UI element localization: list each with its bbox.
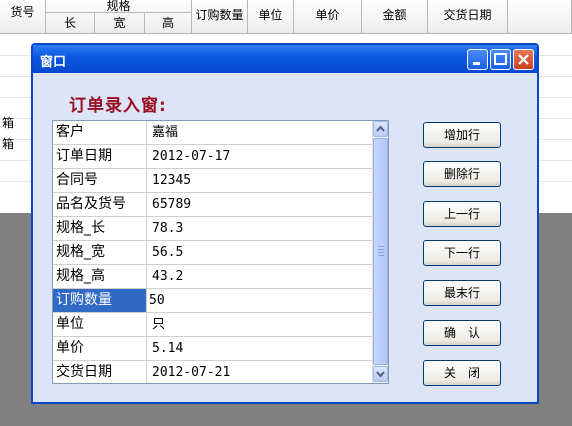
header-qty: 订购数量 [192,0,248,34]
confirm-button[interactable]: 确 认 [423,320,501,346]
minimize-icon [473,62,480,65]
header-amount: 金额 [362,0,428,34]
order-entry-grid: 客户 嘉福 订单日期 2012-07-17 合同号 12345 品名及货号 65… [52,120,389,384]
grid-row-order-date: 订单日期 2012-07-17 [53,145,373,169]
minimize-button[interactable] [467,49,488,70]
title-bar[interactable]: 窗口 [33,45,537,73]
field-label-selected: 订购数量 [53,289,147,312]
contract-no-field[interactable]: 12345 [147,169,373,192]
grid-row-product-no: 品名及货号 65789 [53,193,373,217]
close-icon [518,54,529,65]
chevron-up-icon [376,125,385,132]
delivery-date-field[interactable]: 2012-07-21 [147,361,373,383]
field-label: 规格_高 [53,265,147,288]
grid-row-height: 规格_高 43.2 [53,265,373,289]
bg-cell-label: 箱 [2,137,15,151]
header-chang: 长 [46,12,95,34]
field-label: 交货日期 [53,361,147,383]
grid-row-quantity: 订购数量 50 [53,289,373,313]
grid-row-customer: 客户 嘉福 [53,121,373,145]
scroll-up-button[interactable] [373,121,388,137]
header-gao: 高 [145,12,192,34]
order-date-field[interactable]: 2012-07-17 [147,145,373,168]
field-label: 合同号 [53,169,147,192]
chevron-down-icon [376,371,385,378]
close-button[interactable]: 关 闭 [423,360,501,386]
field-label: 规格_宽 [53,241,147,264]
bg-cell-label: 箱 [2,116,15,130]
height-field[interactable]: 43.2 [147,265,373,288]
field-label: 品名及货号 [53,193,147,216]
grid-row-length: 规格_长 78.3 [53,217,373,241]
vertical-scrollbar[interactable] [372,121,388,383]
maximize-button[interactable] [490,49,511,70]
previous-row-button[interactable]: 上一行 [423,201,501,227]
customer-field[interactable]: 嘉福 [147,121,373,144]
header-delivery: 交货日期 [428,0,508,34]
header-unit: 单位 [248,0,294,34]
product-no-field[interactable]: 65789 [147,193,373,216]
form-heading: 订单录入窗: [69,96,167,116]
field-label: 单价 [53,337,147,360]
close-window-button[interactable] [513,49,534,70]
field-label: 客户 [53,121,147,144]
unit-field[interactable]: 只 [147,313,373,336]
grid-row-unit: 单位 只 [53,313,373,337]
order-entry-window: 窗口 订单录入窗: 客户 嘉福 订单日期 2012-07-17 合同号 1234… [31,43,539,404]
next-row-button[interactable]: 下一行 [423,240,501,266]
add-row-button[interactable]: 增加行 [423,122,501,148]
scroll-down-button[interactable] [373,366,388,382]
field-label: 单位 [53,313,147,336]
price-field[interactable]: 5.14 [147,337,373,360]
grid-row-contract-no: 合同号 12345 [53,169,373,193]
maximize-icon [494,53,507,65]
width-field[interactable]: 56.5 [147,241,373,264]
window-title: 窗口 [40,55,67,70]
window-client-area: 订单录入窗: 客户 嘉福 订单日期 2012-07-17 合同号 12345 品… [33,73,537,402]
grid-row-width: 规格_宽 56.5 [53,241,373,265]
grid-row-delivery-date: 交货日期 2012-07-21 [53,361,373,383]
field-label: 订单日期 [53,145,147,168]
header-blank [508,0,572,34]
length-field[interactable]: 78.3 [147,217,373,240]
header-price: 单价 [294,0,362,34]
scroll-thumb[interactable] [373,138,388,365]
header-kuan: 宽 [95,12,145,34]
grid-row-price: 单价 5.14 [53,337,373,361]
quantity-field[interactable]: 50 [147,289,373,312]
last-row-button[interactable]: 最末行 [423,280,501,306]
header-huohao: 货号 [0,0,46,34]
delete-row-button[interactable]: 删除行 [423,161,501,187]
field-label: 规格_长 [53,217,147,240]
